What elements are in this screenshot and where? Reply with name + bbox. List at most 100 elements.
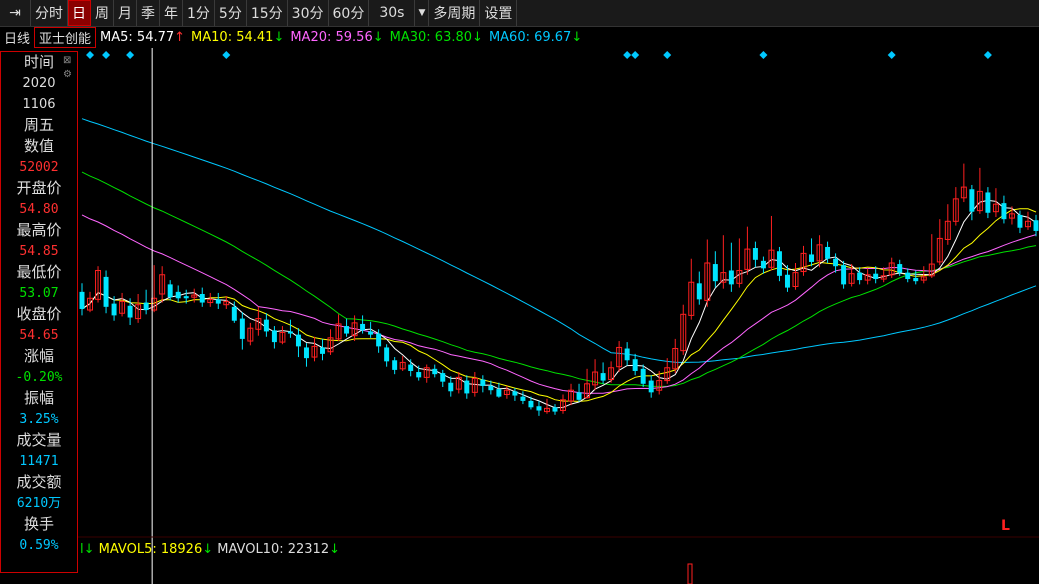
pin-icon[interactable]: ⇥ [0, 0, 31, 26]
high-value: 54.85 [19, 244, 59, 259]
candle-body [809, 254, 815, 262]
candle-body [215, 299, 221, 304]
ma-legend-bar: 日线 亚士创能 MA5: 54.77↑ MA10: 54.41↓ MA20: 59.… [0, 26, 1039, 48]
candle-body [520, 396, 526, 401]
kline-chart[interactable] [0, 48, 1039, 584]
multi-period-button[interactable]: 多周期 [429, 0, 481, 26]
ma-arrow-0: ↑ [174, 29, 186, 45]
low-label: 最低价 [16, 263, 62, 281]
value-label: 数值 [23, 137, 54, 155]
amplitude-value: 3.25% [19, 412, 59, 427]
candle-body [857, 272, 863, 281]
info-panel: 时间 2020 1106 周五 数值 52002 开盘价 54.80 最高价 5… [0, 51, 78, 573]
candle-body [528, 400, 534, 408]
amplitude-label: 振幅 [23, 389, 54, 407]
tab-daily[interactable]: 日 [68, 0, 91, 26]
candle-body [696, 283, 702, 300]
tab-5min[interactable]: 5分 [215, 0, 247, 26]
close-icon[interactable]: ⊠ [63, 54, 75, 68]
candle-body [776, 251, 782, 276]
candle-body [913, 277, 919, 282]
candle-body [360, 323, 366, 331]
volume-bar [687, 563, 693, 584]
candle-body [392, 360, 398, 370]
stock-name[interactable]: 亚士创能 [34, 26, 97, 48]
settings-button[interactable]: 设置 [480, 0, 518, 26]
tab-15min[interactable]: 15分 [247, 0, 288, 26]
candle-body [841, 265, 847, 285]
candle-body [784, 274, 790, 288]
candle-body [376, 333, 382, 347]
candle-body [728, 270, 734, 285]
ma5-line [81, 199, 1037, 409]
candle-body [488, 385, 494, 391]
signal-marker [663, 51, 672, 59]
amount-value: 6210万 [16, 496, 62, 511]
mavol5-arrow: ↓ [202, 542, 214, 557]
amount-label: 成交额 [16, 473, 62, 491]
candle-body [271, 330, 277, 343]
candle-body [985, 192, 991, 213]
candle-body [760, 260, 766, 269]
candle-body [576, 392, 582, 400]
signal-marker [222, 51, 231, 59]
candle-body [263, 319, 269, 332]
tab-weekly[interactable]: 周 [91, 0, 114, 26]
candle-body [464, 380, 470, 394]
candle-body [231, 306, 237, 321]
open-label: 开盘价 [16, 179, 62, 197]
candle-body [111, 303, 117, 316]
candle-body [448, 382, 454, 392]
mavol10-arrow: ↓ [329, 542, 340, 557]
signal-marker [86, 51, 95, 59]
open-value: 54.80 [19, 202, 59, 217]
tab-30min[interactable]: 30分 [288, 0, 329, 26]
value-value: 52002 [19, 160, 59, 175]
tab-60min[interactable]: 60分 [329, 0, 370, 26]
candle-body [344, 326, 350, 334]
candle-body [552, 407, 558, 412]
tab-30s[interactable]: 30s [369, 0, 416, 26]
signal-marker [759, 51, 768, 59]
signal-marker [887, 51, 896, 59]
candle-body [432, 368, 438, 375]
candle-body [825, 246, 831, 259]
chevron-down-icon[interactable]: ▼ [415, 0, 430, 26]
candle-body [175, 291, 181, 299]
period-toolbar: ⇥ 分时 日 周 月 季 年 1分 5分 15分 30分 60分 30s ▼ 多… [0, 0, 1039, 27]
candle-body [632, 359, 638, 371]
ma-legend-4: MA60: 69.67↓ [488, 29, 583, 45]
close-value: 54.65 [19, 328, 59, 343]
candle-body [873, 273, 879, 280]
ma-legend-3: MA30: 63.80↓ [389, 29, 483, 45]
ma-arrow-1: ↓ [273, 29, 285, 45]
ma60-line [81, 118, 1037, 364]
volume-value: 11471 [19, 454, 59, 469]
candle-body [103, 276, 109, 307]
signal-marker [623, 51, 632, 59]
candle-body [897, 264, 903, 273]
panel-controls: ⊠ ⚙ [63, 54, 75, 82]
signal-marker [983, 51, 992, 59]
ma-arrow-2: ↓ [372, 29, 384, 45]
candle-body [969, 189, 975, 212]
tab-monthly[interactable]: 月 [114, 0, 137, 26]
candle-body [1001, 203, 1007, 220]
gear-icon[interactable]: ⚙ [63, 68, 75, 82]
tab-intraday[interactable]: 分时 [31, 0, 68, 26]
ma-legend-2: MA20: 59.56↓ [290, 29, 384, 45]
ma-legend-1: MA10: 54.41↓ [191, 29, 285, 45]
mavol10-label: MAVOL10: 22312 [217, 542, 330, 557]
ma-arrow-4: ↓ [571, 29, 583, 45]
candle-body [480, 379, 486, 386]
candle-body [440, 373, 446, 382]
candle-body [287, 331, 293, 334]
ma30-line [81, 171, 1037, 387]
tab-1min[interactable]: 1分 [183, 0, 215, 26]
candle-body [79, 291, 85, 309]
candle-body [408, 364, 414, 371]
tab-yearly[interactable]: 年 [160, 0, 183, 26]
candle-body [199, 294, 205, 303]
tab-quarterly[interactable]: 季 [137, 0, 160, 26]
signal-marker [126, 51, 135, 59]
